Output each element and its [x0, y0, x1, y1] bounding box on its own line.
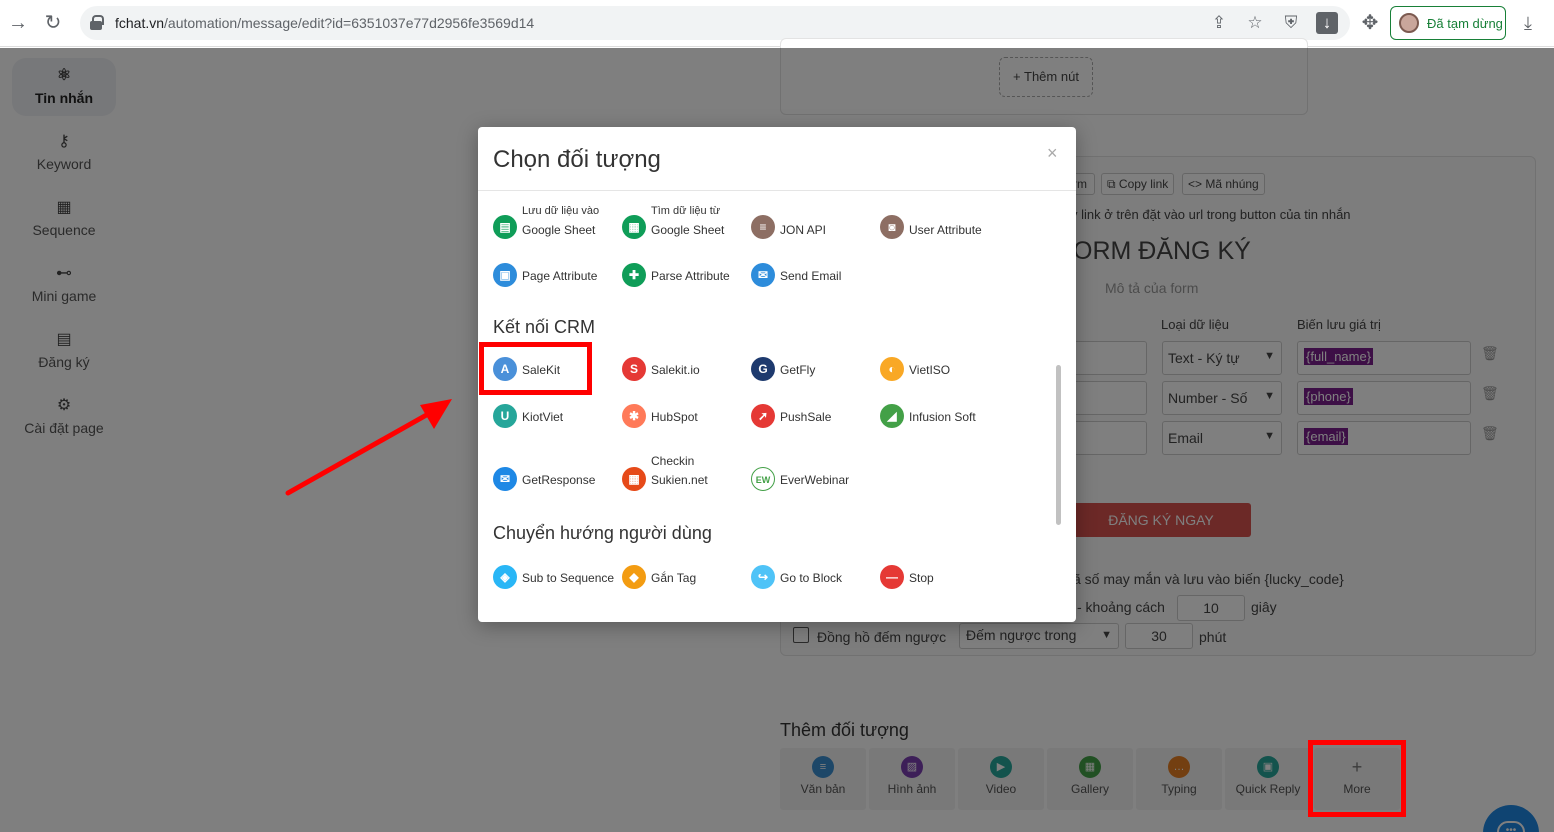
address-bar[interactable]: fchat.vn/automation/message/edit?id=6351…	[80, 6, 1350, 40]
item-parse-attribute[interactable]: ✚ Parse Attribute	[622, 261, 747, 297]
item-gan-tag[interactable]: ◆ Gắn Tag	[622, 563, 747, 599]
getfly-icon: G	[751, 357, 775, 381]
sukien-icon: ▦	[622, 467, 646, 491]
everwebinar-icon: EW	[751, 467, 775, 491]
database-icon: ≡	[751, 215, 775, 239]
reload-icon[interactable]: ↻	[41, 11, 65, 35]
download-ext-icon[interactable]: ↓	[1316, 12, 1338, 34]
vietiso-icon: ◐	[880, 357, 904, 381]
annotation-highlight-salekit	[479, 342, 592, 395]
downloads-icon[interactable]: ⤓	[1516, 11, 1540, 35]
puzzle-icon[interactable]: ✥	[1358, 11, 1382, 35]
salekit-io-icon: S	[622, 357, 646, 381]
item-send-email[interactable]: ✉ Send Email	[751, 261, 876, 297]
item-salekit-io[interactable]: S Salekit.io	[622, 355, 747, 391]
hubspot-icon: ✱	[622, 404, 646, 428]
item-sub-to-sequence[interactable]: ◈ Sub to Sequence	[493, 563, 618, 599]
email-icon: ✉	[751, 263, 775, 287]
avatar	[1399, 13, 1419, 33]
forward-icon[interactable]: →	[6, 11, 30, 35]
user-card-icon: ◙	[880, 215, 904, 239]
item-stop[interactable]: — Stop	[880, 563, 1005, 599]
item-checkin-sukien[interactable]: ▦ Checkin Sukien.net	[622, 454, 747, 493]
extension-shield-icon[interactable]: ⛨	[1280, 12, 1302, 34]
item-find-google-sheet[interactable]: ▦ Tìm dữ liệu từ Google Sheet	[622, 205, 747, 241]
modal-title: Chọn đối tượng	[493, 146, 661, 173]
stop-icon: —	[880, 565, 904, 589]
item-json-api[interactable]: ≡ JON API	[751, 205, 876, 241]
modal-header: Chọn đối tượng ×	[478, 127, 1076, 191]
item-kiotviet[interactable]: U KiotViet	[493, 402, 618, 438]
item-infusion-soft[interactable]: ◢ Infusion Soft	[880, 402, 1005, 438]
browser-toolbar: → ↻ fchat.vn/automation/message/edit?id=…	[0, 0, 1554, 47]
modal-scrollbar[interactable]	[1056, 365, 1061, 525]
google-sheet-icon: ▤	[493, 215, 517, 239]
share-icon[interactable]: ⇪	[1208, 12, 1230, 34]
item-everwebinar[interactable]: EW EverWebinar	[751, 457, 876, 493]
redirect-arrow-icon: ↪	[751, 565, 775, 589]
item-go-to-block[interactable]: ↪ Go to Block	[751, 563, 876, 599]
item-hubspot[interactable]: ✱ HubSpot	[622, 402, 747, 438]
item-save-google-sheet[interactable]: ▤ Lưu dữ liệu vào Google Sheet	[493, 205, 618, 241]
parse-icon: ✚	[622, 263, 646, 287]
item-vietiso[interactable]: ◐ VietISO	[880, 355, 1005, 391]
item-getresponse[interactable]: ✉ GetResponse	[493, 457, 618, 493]
ticket-icon: ◈	[493, 565, 517, 589]
section-redirect-title: Chuyển hướng người dùng	[493, 523, 712, 543]
infusion-soft-icon: ◢	[880, 404, 904, 428]
getresponse-icon: ✉	[493, 467, 517, 491]
save-icon: ▣	[493, 263, 517, 287]
item-pushsale[interactable]: ➚ PushSale	[751, 402, 876, 438]
lock-icon	[90, 15, 104, 30]
rocket-icon: ➚	[751, 404, 775, 428]
star-icon[interactable]: ☆	[1244, 12, 1266, 34]
kiotviet-icon: U	[493, 404, 517, 428]
section-crm-title: Kết nối CRM	[493, 317, 596, 337]
tag-icon: ◆	[622, 565, 646, 589]
item-user-attribute[interactable]: ◙ User Attribute	[880, 205, 1005, 241]
google-sheet-table-icon: ▦	[622, 215, 646, 239]
profile-paused-button[interactable]: Đã tạm dừng	[1390, 6, 1506, 40]
annotation-highlight-more	[1308, 740, 1406, 817]
annotation-arrow	[285, 399, 452, 496]
url-text: fchat.vn/automation/message/edit?id=6351…	[115, 15, 535, 31]
item-getfly[interactable]: G GetFly	[751, 355, 876, 391]
item-page-attribute[interactable]: ▣ Page Attribute	[493, 261, 618, 297]
paused-label: Đã tạm dừng	[1427, 16, 1503, 31]
close-icon[interactable]: ×	[1047, 143, 1058, 164]
